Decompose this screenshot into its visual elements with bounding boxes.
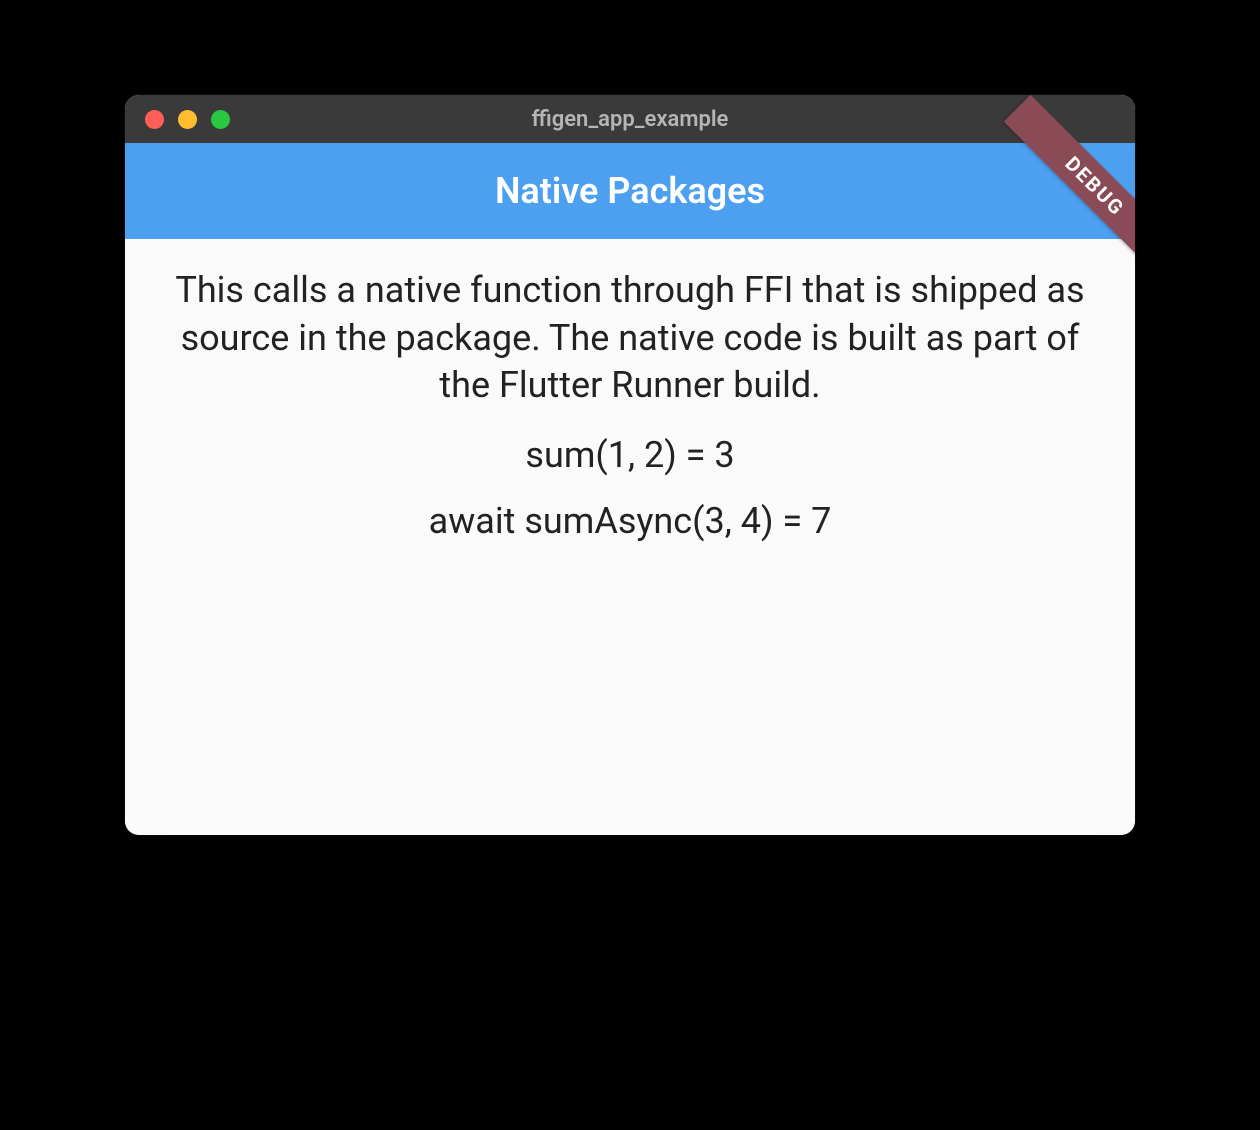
titlebar: ffigen_app_example — [125, 95, 1135, 143]
sum-async-result-text: await sumAsync(3, 4) = 7 — [429, 500, 832, 542]
app-bar-title: Native Packages — [495, 170, 765, 212]
content-area: This calls a native function through FFI… — [125, 239, 1135, 835]
sum-result-text: sum(1, 2) = 3 — [525, 434, 734, 476]
close-icon[interactable] — [145, 110, 164, 129]
app-window: ffigen_app_example Native Packages This … — [125, 95, 1135, 835]
maximize-icon[interactable] — [211, 110, 230, 129]
app-bar: Native Packages — [125, 143, 1135, 239]
window-title: ffigen_app_example — [532, 107, 729, 132]
minimize-icon[interactable] — [178, 110, 197, 129]
description-text: This calls a native function through FFI… — [153, 267, 1107, 410]
window-controls — [145, 110, 230, 129]
